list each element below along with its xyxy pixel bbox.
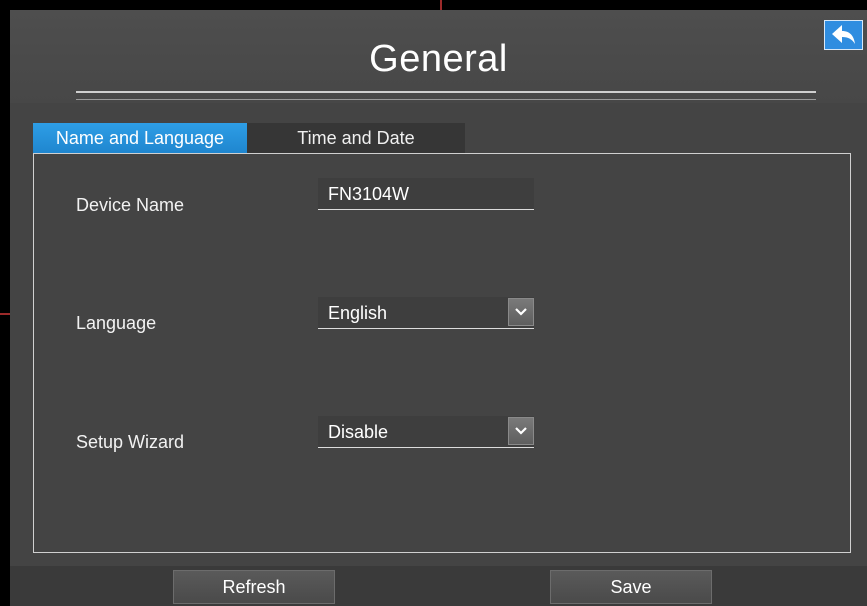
tab-time-and-date[interactable]: Time and Date [247,123,465,153]
header-divider-secondary [76,99,816,100]
page-title: General [369,38,508,80]
language-dropdown-button[interactable] [508,298,534,326]
back-button[interactable] [824,20,863,50]
device-name-label: Device Name [76,195,185,215]
tab-name-and-language[interactable]: Name and Language [33,123,247,153]
general-settings-window: General Name and Language Time and Date … [10,10,867,606]
refresh-button[interactable]: Refresh [173,570,335,604]
device-name-field[interactable]: FN3104W [318,178,534,210]
language-label: Language [76,313,157,333]
chevron-down-icon [515,427,527,435]
language-select[interactable]: English [318,297,534,329]
language-select-value: English [328,303,388,323]
save-button[interactable]: Save [550,570,712,604]
header-divider [76,91,816,93]
footer-bar: Refresh Save [10,566,867,606]
header: General [10,10,867,103]
setup-wizard-select[interactable]: Disable [318,416,534,448]
back-arrow-icon [832,25,855,44]
setup-wizard-label: Setup Wizard [76,432,185,452]
edge-marker-top [440,0,442,10]
settings-panel: Device Name FN3104W Language English Set… [33,153,851,553]
chevron-down-icon [515,308,527,316]
edge-marker-left [0,313,10,315]
setup-wizard-dropdown-button[interactable] [508,417,534,445]
setup-wizard-select-value: Disable [328,422,389,442]
